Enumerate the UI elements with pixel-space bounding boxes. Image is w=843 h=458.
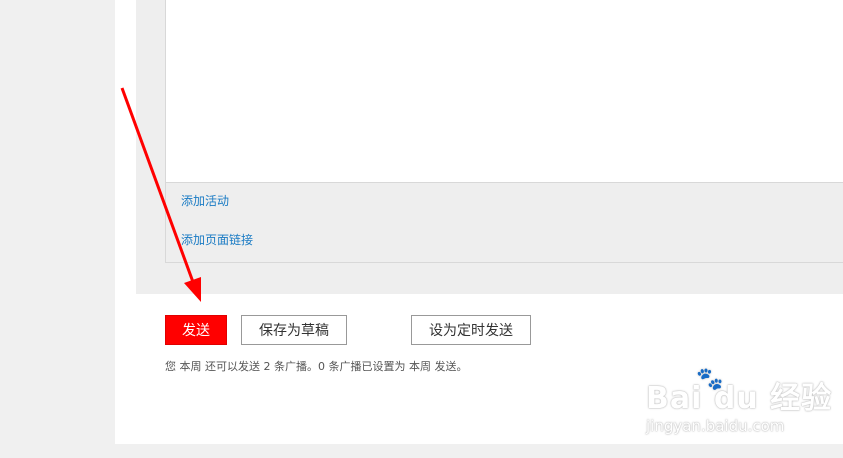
schedule-send-button[interactable]: 设为定时发送 — [411, 315, 531, 345]
broadcast-quota-text: 您 本周 还可以发送 2 条广播。0 条广播已设置为 本周 发送。 — [165, 360, 468, 373]
add-page-link[interactable]: 添加页面链接 — [181, 231, 253, 248]
add-activity-link[interactable]: 添加活动 — [181, 192, 229, 209]
save-draft-button[interactable]: 保存为草稿 — [241, 315, 347, 345]
send-button[interactable]: 发送 — [165, 315, 227, 345]
message-textarea[interactable] — [166, 0, 843, 183]
